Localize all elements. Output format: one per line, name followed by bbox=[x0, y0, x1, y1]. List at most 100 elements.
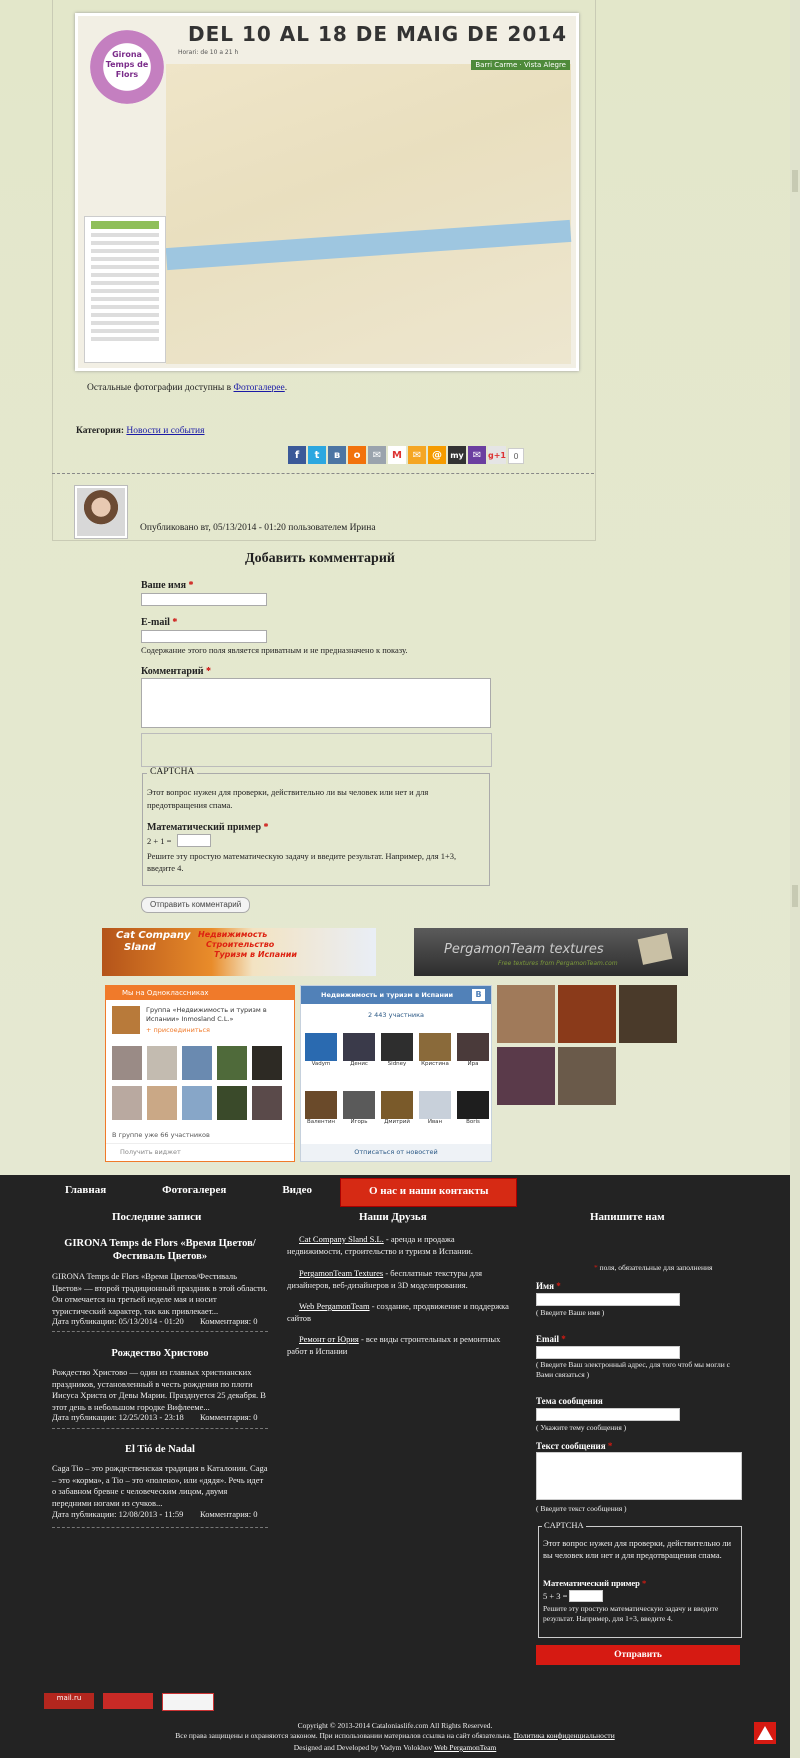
contact-name-label: Имя * bbox=[536, 1281, 561, 1291]
friend-link[interactable]: Ремонт от Юрия bbox=[299, 1334, 359, 1344]
odnoklassniki-widget: Мы на Одноклассниках Группа «Недвижимост… bbox=[105, 985, 295, 1162]
scrollbar-thumb[interactable] bbox=[792, 885, 798, 907]
friend-link[interactable]: Web PergamonTeam bbox=[299, 1301, 370, 1311]
map-title: DEL 10 AL 18 DE MAIG DE 2014 bbox=[188, 22, 568, 46]
contact-captcha-input[interactable] bbox=[569, 1590, 603, 1602]
vk-member[interactable]: Кристина bbox=[419, 1033, 451, 1067]
ok-member-avatar[interactable] bbox=[182, 1046, 212, 1080]
ok-member-avatar[interactable] bbox=[147, 1086, 177, 1120]
post-excerpt: Рождество Христово — один из главных хри… bbox=[52, 1367, 266, 1412]
gallery-thumb[interactable] bbox=[497, 985, 555, 1043]
ok-group-avatar[interactable] bbox=[112, 1006, 140, 1034]
friend-entry: Ремонт от Юрия - все виды стронтельных и… bbox=[287, 1334, 501, 1356]
vk-member[interactable]: Игорь bbox=[343, 1091, 375, 1125]
comment-textarea[interactable] bbox=[141, 678, 491, 728]
nav-about-contacts[interactable]: О нас и наши контакты bbox=[339, 1178, 518, 1207]
post-title[interactable]: GIRONA Temps de Flors «Время Цветов/ Фес… bbox=[52, 1237, 268, 1263]
vk-member[interactable]: Дмитрий bbox=[381, 1091, 413, 1125]
vk-share-icon[interactable]: в bbox=[328, 446, 346, 464]
vk-member[interactable]: Валентин bbox=[305, 1091, 337, 1125]
gallery-link[interactable]: Фотогалерее bbox=[234, 383, 285, 393]
vk-member[interactable]: Ира bbox=[457, 1033, 489, 1067]
vk-members-count: 2 443 участника bbox=[367, 1011, 425, 1019]
math-question: 2 + 1 = bbox=[147, 836, 172, 846]
post-excerpt: Caga Tio – это рождественская традиция в… bbox=[52, 1463, 268, 1508]
vk-member[interactable]: Иван bbox=[419, 1091, 451, 1125]
email-label: E-mail * bbox=[141, 617, 178, 628]
vk-member[interactable]: Vadym bbox=[305, 1033, 337, 1067]
captcha-description: Этот вопрос нужен для проверки, действит… bbox=[147, 787, 429, 810]
pergamon-textures-banner[interactable]: PergamonTeam textures Free textures from… bbox=[414, 928, 688, 976]
google-plus-share-icon[interactable]: g+1 bbox=[488, 446, 506, 464]
post-title[interactable]: Рождество Христово bbox=[52, 1348, 268, 1359]
contact-subject-input[interactable] bbox=[536, 1408, 680, 1421]
ok-widget-header: Мы на Одноклассниках bbox=[106, 986, 294, 1000]
captcha-answer-input[interactable] bbox=[177, 834, 211, 847]
gallery-thumb[interactable] bbox=[497, 1047, 555, 1105]
facebook-share-icon[interactable]: f bbox=[288, 446, 306, 464]
ok-member-avatar[interactable] bbox=[147, 1046, 177, 1080]
rating-counter[interactable] bbox=[162, 1693, 214, 1711]
vk-unsubscribe-link[interactable]: Отписаться от новостей bbox=[301, 1148, 491, 1156]
yahoo-share-icon[interactable]: ✉ bbox=[468, 446, 486, 464]
twitter-share-icon[interactable]: t bbox=[308, 446, 326, 464]
post-title[interactable]: El Tió de Nadal bbox=[52, 1444, 268, 1455]
ok-member-avatar[interactable] bbox=[252, 1086, 282, 1120]
contact-email-input[interactable] bbox=[536, 1346, 680, 1359]
vk-member[interactable]: Денис bbox=[343, 1033, 375, 1067]
ok-member-avatar[interactable] bbox=[252, 1046, 282, 1080]
category-link[interactable]: Новости и события bbox=[126, 426, 204, 436]
author-avatar[interactable] bbox=[74, 485, 128, 539]
friend-entry: Web PergamonTeam - создание, продвижение… bbox=[287, 1301, 509, 1323]
article-map-image[interactable]: Girona Temps de Flors DEL 10 AL 18 DE MAI… bbox=[75, 13, 579, 371]
page-scrollbar[interactable] bbox=[790, 0, 800, 1758]
contact-message-hint: ( Введите текст сообщения ) bbox=[536, 1504, 627, 1513]
contact-captcha-desc: Этот вопрос нужен для проверки, действит… bbox=[543, 1538, 732, 1560]
nav-home[interactable]: Главная bbox=[37, 1178, 134, 1205]
email-share-icon[interactable]: ✉ bbox=[368, 446, 386, 464]
yandex-mail-share-icon[interactable]: ✉ bbox=[408, 446, 426, 464]
ok-member-avatar[interactable] bbox=[112, 1046, 142, 1080]
comment-name-input[interactable] bbox=[141, 593, 267, 606]
ok-member-avatar[interactable] bbox=[182, 1086, 212, 1120]
rights-note: Все права защищены и охраняются законом.… bbox=[175, 1731, 615, 1740]
contact-name-input[interactable] bbox=[536, 1293, 680, 1306]
friend-link[interactable]: PergamonTeam Textures bbox=[299, 1268, 383, 1278]
gallery-thumb[interactable] bbox=[619, 985, 677, 1043]
ok-get-widget-link[interactable]: Получить виджет bbox=[120, 1148, 181, 1156]
privacy-link[interactable]: Политика конфиденциальности bbox=[514, 1731, 615, 1740]
post-divider bbox=[52, 1331, 268, 1332]
ok-group-name[interactable]: Группа «Недвижимость и туризм в Испании»… bbox=[146, 1006, 288, 1024]
category-line: Категория: Новости и события bbox=[76, 426, 205, 436]
posted-meta: Опубликовано вт, 05/13/2014 - 01:20 поль… bbox=[140, 523, 376, 533]
contact-message-label: Текст сообщения * bbox=[536, 1441, 613, 1451]
scroll-to-top-button[interactable] bbox=[754, 1722, 776, 1744]
contact-send-button[interactable]: Отправить bbox=[536, 1645, 740, 1665]
mailru-counter[interactable]: mail.ru bbox=[44, 1693, 94, 1709]
liveinternet-counter[interactable] bbox=[103, 1693, 153, 1709]
designer-link[interactable]: Web PergamonTeam bbox=[434, 1743, 496, 1752]
friend-link[interactable]: Cat Company Sland S.L. bbox=[299, 1234, 384, 1244]
ok-join-link[interactable]: + присоединиться bbox=[146, 1026, 210, 1034]
moy-mir-share-icon[interactable]: my bbox=[448, 446, 466, 464]
vk-member[interactable]: Sidney bbox=[381, 1033, 413, 1067]
odnoklassniki-share-icon[interactable]: o bbox=[348, 446, 366, 464]
cat-company-banner[interactable]: Cat Company Sland Недвижимость Строитель… bbox=[102, 928, 376, 976]
nav-video[interactable]: Видео bbox=[254, 1178, 340, 1205]
contact-message-textarea[interactable] bbox=[536, 1452, 742, 1500]
mailru-share-icon[interactable]: @ bbox=[428, 446, 446, 464]
ok-member-avatar[interactable] bbox=[217, 1086, 247, 1120]
ok-member-avatar[interactable] bbox=[112, 1086, 142, 1120]
ok-member-avatar[interactable] bbox=[217, 1046, 247, 1080]
gmail-share-icon[interactable]: M bbox=[388, 446, 406, 464]
comment-email-input[interactable] bbox=[141, 630, 267, 643]
post-date: Дата публикации: 12/08/2013 - 11:59 bbox=[52, 1509, 184, 1519]
map-river bbox=[165, 219, 572, 271]
nav-gallery[interactable]: Фотогалерея bbox=[134, 1178, 254, 1205]
submit-comment-button[interactable]: Отправить комментарий bbox=[141, 897, 251, 913]
scrollbar-marker bbox=[792, 170, 798, 192]
name-label: Ваше имя * bbox=[141, 580, 194, 591]
vk-member[interactable]: Boris bbox=[457, 1091, 489, 1125]
gallery-thumb[interactable] bbox=[558, 985, 616, 1043]
gallery-thumb[interactable] bbox=[558, 1047, 616, 1105]
